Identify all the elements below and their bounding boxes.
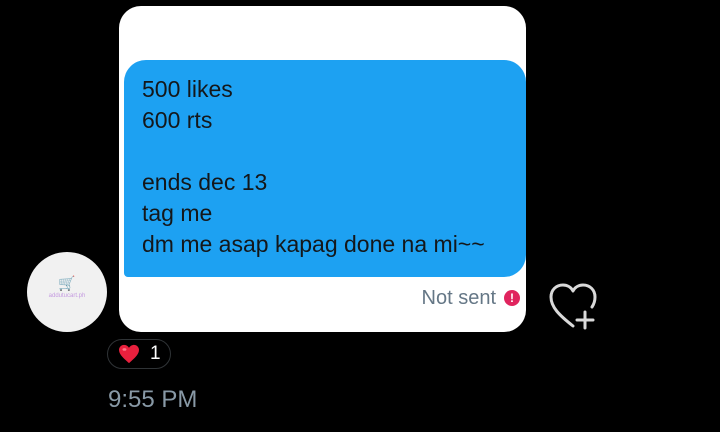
reaction-count: 1 (150, 343, 161, 364)
cart-icon: 🛒 (58, 275, 76, 291)
avatar-handle-text: addutucart.ph (48, 293, 86, 299)
message-line: 600 rts (142, 107, 213, 133)
message-line: 500 likes (142, 76, 233, 102)
heart-emoji-icon (119, 344, 139, 364)
message-line: tag me (142, 200, 213, 226)
error-icon: ! (504, 290, 520, 306)
heart-plus-icon (549, 283, 597, 330)
like-button[interactable] (547, 282, 599, 330)
dm-conversation: 500 likes 600 rts ends dec 13 tag me dm … (0, 0, 720, 432)
send-status[interactable]: Not sent ! (422, 286, 520, 310)
avatar[interactable]: 🛒 addutucart.ph (27, 252, 107, 332)
message-bubble[interactable]: 500 likes 600 rts ends dec 13 tag me dm … (124, 60, 526, 277)
message-line: ends dec 13 (142, 169, 268, 195)
not-sent-label: Not sent (421, 287, 496, 309)
message-line: dm me asap kapag done na mi~~ (142, 231, 485, 257)
reaction-pill[interactable]: 1 (107, 339, 171, 369)
message-timestamp: 9:55 PM (108, 386, 198, 413)
